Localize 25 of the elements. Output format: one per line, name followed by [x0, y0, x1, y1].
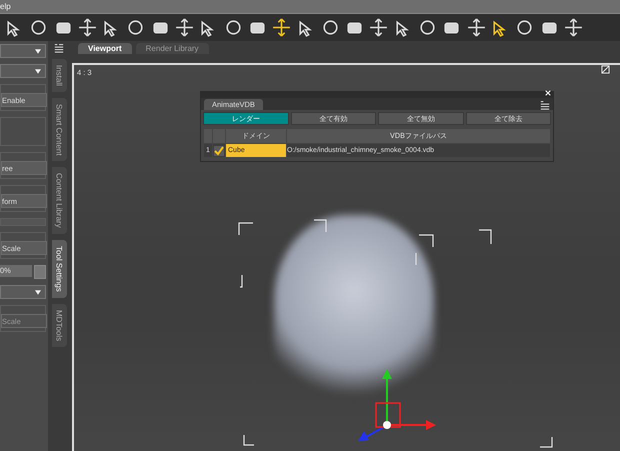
tool-icon[interactable] — [466, 17, 487, 38]
close-icon[interactable] — [545, 90, 551, 96]
side-tab[interactable]: Smart Content — [52, 98, 66, 162]
side-tab[interactable]: Content Library — [52, 167, 66, 234]
tool-icon[interactable] — [174, 17, 196, 38]
caret-icon — [35, 68, 41, 74]
dropdown[interactable] — [0, 44, 46, 58]
tool-icon[interactable] — [271, 17, 292, 38]
tool-icon[interactable] — [562, 17, 584, 38]
tool-icon[interactable] — [76, 17, 98, 38]
side-tab[interactable]: Install — [52, 59, 66, 92]
view-tab[interactable]: Viewport — [78, 43, 132, 54]
viewport-options-icon[interactable] — [601, 65, 610, 74]
dropdown[interactable] — [0, 64, 46, 78]
menu-icon[interactable] — [54, 43, 64, 53]
side-tab[interactable]: Tool Settings — [52, 240, 66, 298]
caret-icon — [35, 48, 41, 54]
checkbox[interactable] — [214, 146, 224, 156]
caret-icon — [35, 290, 41, 294]
menu-icon[interactable] — [540, 100, 550, 110]
tool-icon[interactable] — [368, 17, 390, 38]
menu-item[interactable]: elp — [0, 2, 11, 11]
view-tab[interactable]: Render Library — [136, 43, 209, 54]
dropdown[interactable] — [0, 285, 46, 299]
side-tab[interactable]: MDTools — [52, 304, 66, 348]
